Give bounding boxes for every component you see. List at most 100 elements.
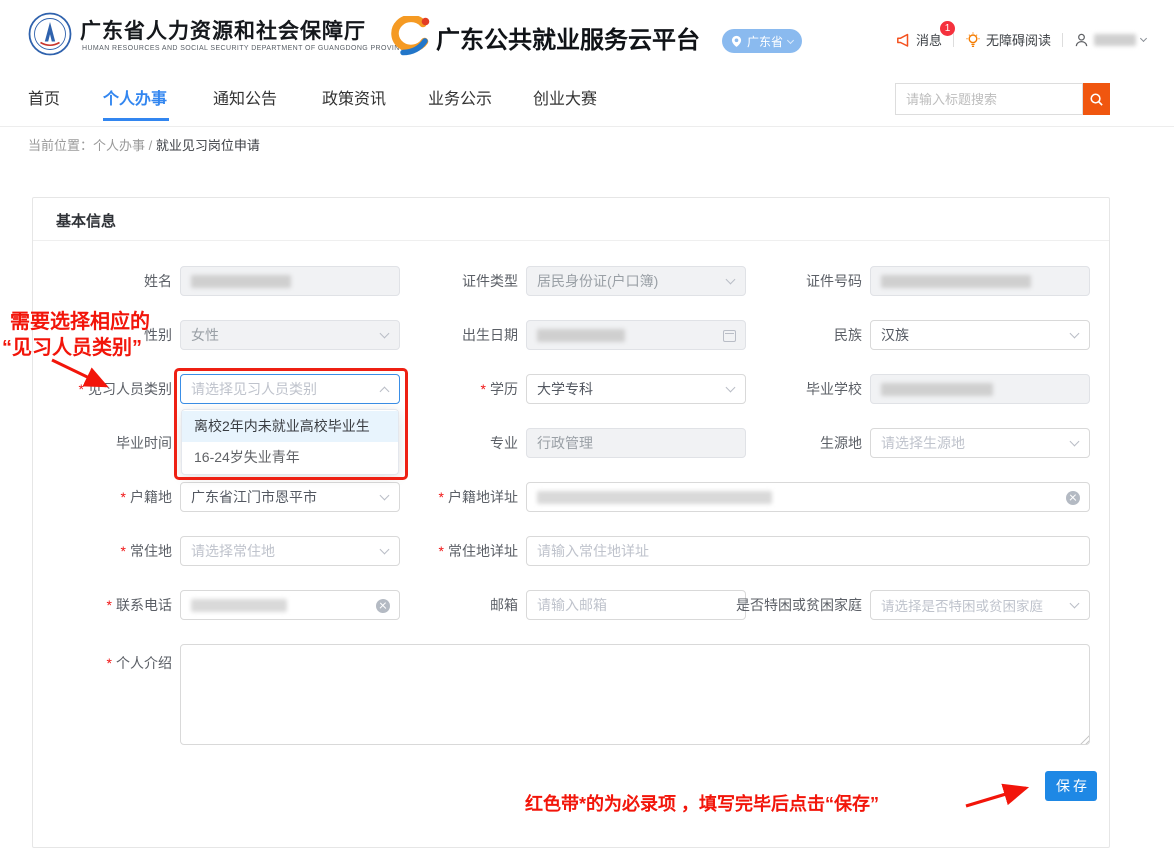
household-place-label: *户籍地: [30, 482, 172, 512]
accessibility-link[interactable]: 无障碍阅读: [965, 30, 1051, 49]
origin-place-select[interactable]: 请选择生源地: [870, 428, 1090, 458]
user-menu[interactable]: [1074, 32, 1146, 48]
required-star: *: [481, 381, 486, 397]
search-icon: [1089, 92, 1104, 107]
chevron-up-icon: [380, 387, 390, 397]
redacted-value: [537, 491, 772, 504]
gov-emblem-icon: [28, 12, 72, 61]
redacted-value: [191, 275, 291, 288]
trainee-category-select[interactable]: 请选择见习人员类别: [180, 374, 400, 404]
search-input[interactable]: [895, 83, 1083, 115]
messages-badge: 1: [940, 21, 955, 36]
location-pin-icon: [731, 35, 742, 48]
birth-date-label: 出生日期: [400, 320, 518, 350]
household-address-input[interactable]: [526, 482, 1090, 512]
chevron-down-icon: [1070, 599, 1080, 609]
id-number-label: 证件号码: [700, 266, 862, 296]
required-star: *: [121, 543, 126, 559]
chevron-down-icon: [380, 491, 390, 501]
name-input: [180, 266, 400, 296]
id-type-label: 证件类型: [400, 266, 518, 296]
nav-divider: [0, 126, 1174, 127]
dept-name: 广东省人力资源和社会保障厅: [80, 15, 366, 45]
trainee-category-dropdown: 离校2年内未就业高校毕业生 16-24岁失业青年: [181, 409, 399, 475]
accessibility-label: 无障碍阅读: [986, 30, 1051, 49]
divider: [953, 33, 954, 47]
nav-item-policy[interactable]: 政策资讯: [322, 88, 386, 112]
name-label: 姓名: [30, 266, 172, 296]
graduation-school-label: 毕业学校: [700, 374, 862, 404]
household-place-select[interactable]: 广东省江门市恩平市: [180, 482, 400, 512]
phone-input[interactable]: [180, 590, 400, 620]
chevron-down-icon: [380, 329, 390, 339]
chevron-down-icon: [1070, 437, 1080, 447]
chevron-down-icon: [787, 36, 794, 43]
clear-icon[interactable]: [1066, 491, 1080, 505]
clear-icon[interactable]: [376, 599, 390, 613]
trainee-category-label: *见习人员类别: [30, 374, 172, 404]
nav-item-competition[interactable]: 创业大赛: [533, 88, 597, 112]
household-address-label: *户籍地详址: [400, 482, 518, 512]
poor-family-label: 是否特困或贫困家庭: [700, 590, 862, 620]
breadcrumb: 当前位置：个人办事 / 就业见习岗位申请: [28, 135, 260, 154]
major-label: 专业: [400, 428, 518, 458]
residence-place-label: *常住地: [30, 536, 172, 566]
graduation-time-label: 毕业时间: [30, 428, 172, 458]
required-star: *: [439, 543, 444, 559]
residence-address-label: *常住地详址: [400, 536, 518, 566]
chevron-down-icon: [1140, 35, 1147, 42]
nav-item-notices[interactable]: 通知公告: [213, 88, 277, 112]
section-divider: [33, 240, 1109, 241]
graduation-school-input: [870, 374, 1090, 404]
email-label: 邮箱: [400, 590, 518, 620]
residence-place-select[interactable]: 请选择常住地: [180, 536, 400, 566]
required-star: *: [121, 489, 126, 505]
messages-link[interactable]: 消息 1: [895, 30, 942, 49]
bulb-icon: [965, 32, 981, 48]
required-star: *: [439, 489, 444, 505]
ethnicity-label: 民族: [700, 320, 862, 350]
annotation-top-line1: 需要选择相应的: [10, 305, 150, 334]
save-button[interactable]: 保存: [1045, 771, 1097, 801]
required-star: *: [107, 597, 112, 613]
platform-name: 广东公共就业服务云平台: [436, 20, 700, 55]
gender-select: 女性: [180, 320, 400, 350]
dept-name-en: HUMAN RESOURCES AND SOCIAL SECURITY DEPA…: [82, 45, 410, 52]
platform-logo-icon: [384, 16, 430, 61]
redacted-value: [191, 599, 287, 612]
breadcrumb-current: 就业见习岗位申请: [156, 138, 260, 153]
breadcrumb-parent[interactable]: 个人办事: [93, 138, 145, 153]
breadcrumb-separator: /: [149, 138, 153, 153]
education-label: *学历: [400, 374, 518, 404]
id-number-input: [870, 266, 1090, 296]
poor-family-select[interactable]: 请选择是否特困或贫困家庭: [870, 590, 1090, 620]
divider: [1062, 33, 1063, 47]
dropdown-option[interactable]: 16-24岁失业青年: [182, 442, 398, 473]
redacted-value: [881, 383, 993, 396]
region-pill[interactable]: 广东省: [722, 29, 802, 53]
dropdown-option[interactable]: 离校2年内未就业高校毕业生: [182, 411, 398, 442]
intro-label: *个人介绍: [30, 648, 172, 678]
redacted-value: [881, 275, 1031, 288]
search-button[interactable]: [1083, 83, 1110, 115]
nav-item-home[interactable]: 首页: [28, 88, 60, 112]
header-links: 消息 1 无障碍阅读: [895, 30, 1146, 49]
nav-item-personal[interactable]: 个人办事: [103, 88, 167, 112]
page: 广东省人力资源和社会保障厅 HUMAN RESOURCES AND SOCIAL…: [0, 0, 1174, 865]
chevron-down-icon: [1070, 329, 1080, 339]
person-icon: [1074, 32, 1089, 48]
residence-address-input[interactable]: [526, 536, 1090, 566]
ethnicity-select[interactable]: 汉族: [870, 320, 1090, 350]
annotation-top-line2: “见习人员类别”: [2, 331, 142, 360]
intro-textarea[interactable]: [180, 644, 1090, 745]
annotation-bottom: 红色带*的为必录项 ，填写完毕后点击“保存”: [525, 790, 879, 816]
chevron-down-icon: [380, 545, 390, 555]
messages-label: 消息: [916, 30, 942, 49]
section-title: 基本信息: [56, 210, 116, 231]
origin-place-label: 生源地: [700, 428, 862, 458]
required-star: *: [79, 381, 84, 397]
redacted-value: [537, 329, 625, 342]
horn-icon: [895, 32, 911, 48]
nav-item-public[interactable]: 业务公示: [428, 88, 492, 112]
required-star: *: [107, 655, 112, 671]
